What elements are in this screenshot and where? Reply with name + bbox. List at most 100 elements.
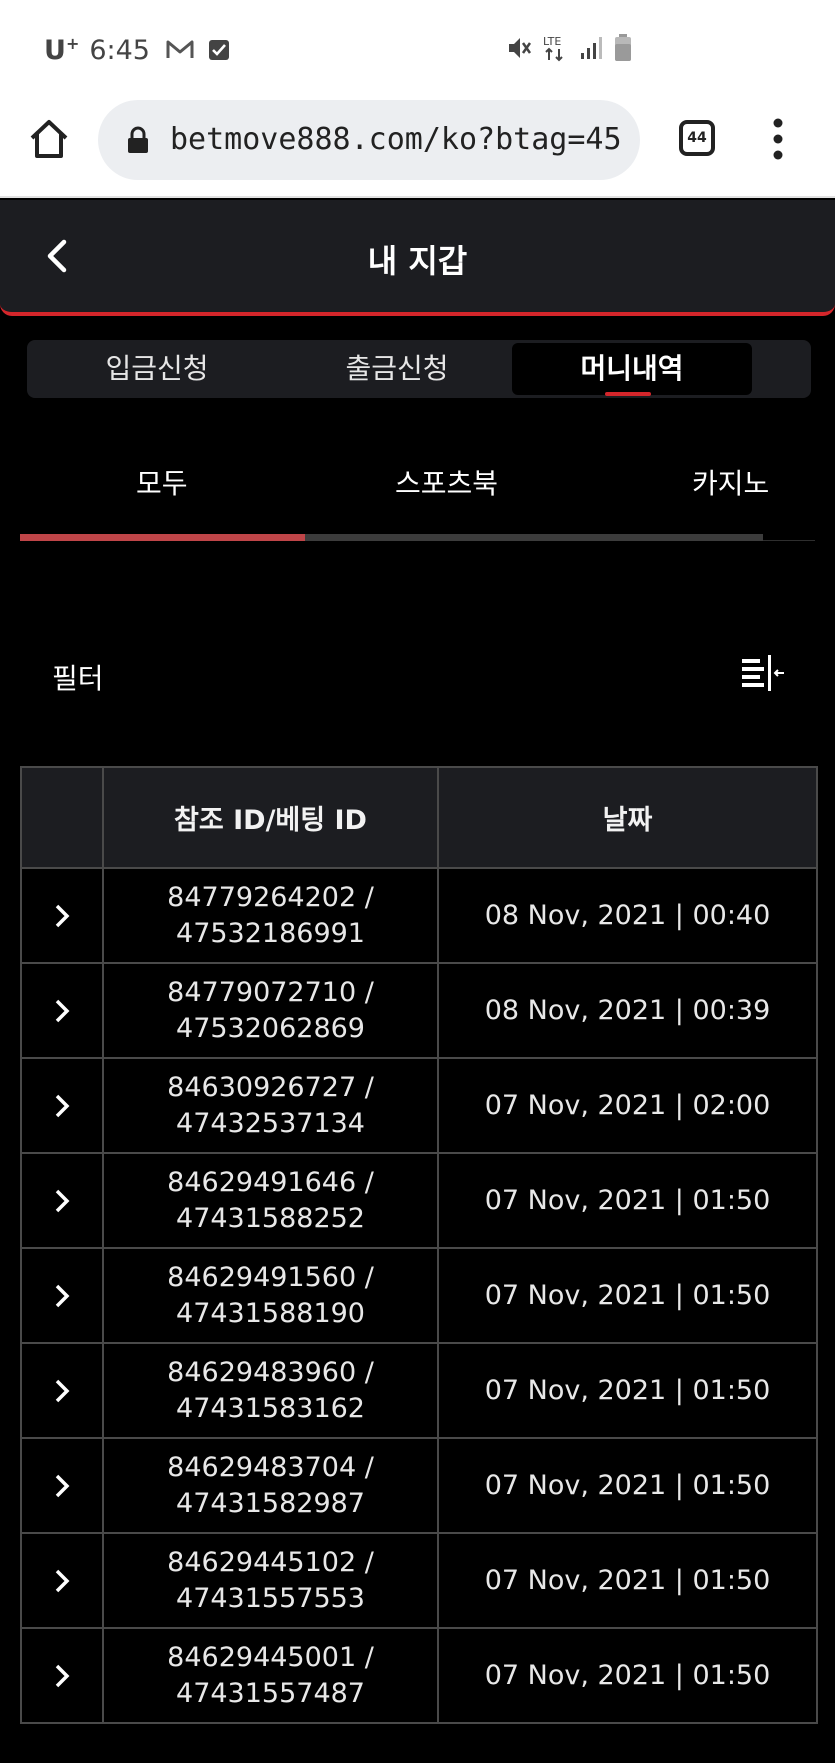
- chevron-right-icon[interactable]: [52, 1281, 72, 1311]
- battery-icon: [615, 34, 631, 61]
- bet-id: 47431582987: [176, 1487, 365, 1519]
- chevron-right-icon[interactable]: [52, 1186, 72, 1216]
- ref-cell: 84779072710 / 47532062869: [102, 962, 439, 1059]
- bet-id: 47532062869: [176, 1012, 365, 1044]
- expand-cell[interactable]: [20, 867, 104, 964]
- chevron-right-icon[interactable]: [52, 996, 72, 1026]
- ref-id: 84629491646 /: [167, 1166, 374, 1198]
- transactions-table: 참조 ID/베팅 ID 날짜 84779264202 / 47532186991 …: [20, 766, 818, 1724]
- date-cell: 07 Nov, 2021 | 01:50: [437, 1342, 818, 1439]
- table-row[interactable]: 84629445001 / 47431557487 07 Nov, 2021 | …: [20, 1627, 818, 1724]
- expand-cell[interactable]: [20, 1342, 104, 1439]
- ref-cell: 84629483960 / 47431583162: [102, 1342, 439, 1439]
- bet-id: 47431588252: [176, 1202, 365, 1234]
- date-cell: 07 Nov, 2021 | 01:50: [437, 1247, 818, 1344]
- header-date: 날짜: [437, 766, 818, 869]
- date-cell: 07 Nov, 2021 | 01:50: [437, 1437, 818, 1534]
- table-header-row: 참조 ID/베팅 ID 날짜: [20, 766, 818, 869]
- date-cell: 07 Nov, 2021 | 02:00: [437, 1057, 818, 1154]
- chevron-right-icon[interactable]: [52, 1376, 72, 1406]
- ref-id: 84629491560 /: [167, 1261, 374, 1293]
- expand-cell[interactable]: [20, 1152, 104, 1249]
- bet-id: 47532186991: [176, 917, 365, 949]
- bet-id: 47431583162: [176, 1392, 365, 1424]
- date-cell: 07 Nov, 2021 | 01:50: [437, 1532, 818, 1629]
- expand-cell[interactable]: [20, 962, 104, 1059]
- table-row[interactable]: 84629491560 / 47431588190 07 Nov, 2021 | …: [20, 1247, 818, 1344]
- carrier-label: U+: [44, 34, 80, 66]
- ref-id: 84629483960 /: [167, 1356, 374, 1388]
- check-icon: [208, 40, 229, 60]
- more-vert-icon[interactable]: [770, 116, 786, 162]
- ref-cell: 84629491560 / 47431588190: [102, 1247, 439, 1344]
- ref-id: 84629483704 /: [167, 1451, 374, 1483]
- ref-id: 84630926727 /: [167, 1071, 374, 1103]
- expand-cell[interactable]: [20, 1532, 104, 1629]
- date-cell: 08 Nov, 2021 | 00:39: [437, 962, 818, 1059]
- ref-cell: 84629483704 / 47431582987: [102, 1437, 439, 1534]
- date-cell: 07 Nov, 2021 | 01:50: [437, 1627, 818, 1724]
- active-tab-indicator: [605, 392, 651, 396]
- home-icon[interactable]: [28, 118, 70, 160]
- date-cell: 08 Nov, 2021 | 00:40: [437, 867, 818, 964]
- bet-id: 47432537134: [176, 1107, 365, 1139]
- tab-withdraw[interactable]: 출금신청: [277, 340, 517, 398]
- lte-icon: LTE: [543, 35, 563, 62]
- header-expand: [20, 766, 104, 869]
- signal-icon: [581, 37, 602, 59]
- table-row[interactable]: 84779072710 / 47532062869 08 Nov, 2021 | …: [20, 962, 818, 1059]
- svg-text:LTE: LTE: [543, 35, 561, 48]
- expand-cell[interactable]: [20, 1437, 104, 1534]
- table-row[interactable]: 84629491646 / 47431588252 07 Nov, 2021 | …: [20, 1152, 818, 1249]
- subtab-all[interactable]: 모두: [136, 462, 188, 502]
- status-right: LTE: [506, 34, 632, 62]
- table-row[interactable]: 84629445102 / 47431557553 07 Nov, 2021 | …: [20, 1532, 818, 1629]
- chevron-right-icon[interactable]: [52, 1091, 72, 1121]
- lock-icon[interactable]: [126, 126, 150, 154]
- bet-id: 47431557553: [176, 1582, 365, 1614]
- expand-cell[interactable]: [20, 1627, 104, 1724]
- date-cell: 07 Nov, 2021 | 01:50: [437, 1152, 818, 1249]
- tab-money-history[interactable]: 머니내역: [512, 343, 752, 395]
- ref-cell: 84629445001 / 47431557487: [102, 1627, 439, 1724]
- wallet-tabs: 입금신청 출금신청 머니내역: [27, 340, 811, 398]
- url-text[interactable]: betmove888.com/ko?btag=45: [170, 119, 630, 161]
- status-bar: U+ 6:45 LTE: [0, 0, 835, 96]
- status-left: U+ 6:45: [44, 34, 230, 66]
- ref-id: 84629445001 /: [167, 1641, 374, 1673]
- table-row[interactable]: 84629483960 / 47431583162 07 Nov, 2021 | …: [20, 1342, 818, 1439]
- ref-id: 84779072710 /: [167, 976, 374, 1008]
- chevron-right-icon[interactable]: [52, 1661, 72, 1691]
- table-row[interactable]: 84629483704 / 47431582987 07 Nov, 2021 | …: [20, 1437, 818, 1534]
- tab-deposit[interactable]: 입금신청: [37, 340, 277, 398]
- mail-icon: [166, 40, 194, 58]
- ref-id: 84629445102 /: [167, 1546, 374, 1578]
- table-row[interactable]: 84630926727 / 47432537134 07 Nov, 2021 | …: [20, 1057, 818, 1154]
- page-title: 내 지갑: [367, 242, 468, 280]
- chevron-right-icon[interactable]: [52, 1471, 72, 1501]
- ref-cell: 84779264202 / 47532186991: [102, 867, 439, 964]
- bet-id: 47431588190: [176, 1297, 365, 1329]
- subtab-casino[interactable]: 카지노: [692, 462, 769, 502]
- expand-cell[interactable]: [20, 1057, 104, 1154]
- mute-icon: [509, 38, 532, 58]
- header-ref-id: 참조 ID/베팅 ID: [102, 766, 439, 869]
- ref-cell: 84629445102 / 47431557553: [102, 1532, 439, 1629]
- app-header: 내 지갑: [0, 200, 835, 316]
- subtab-sportsbook[interactable]: 스포츠북: [395, 462, 498, 502]
- ref-cell: 84629491646 / 47431588252: [102, 1152, 439, 1249]
- chevron-right-icon[interactable]: [52, 901, 72, 931]
- filter-toggle-icon[interactable]: [742, 655, 786, 693]
- filter-label: 필터: [52, 662, 104, 695]
- ref-id: 84779264202 /: [167, 881, 374, 913]
- subtab-active-indicator: [20, 534, 305, 541]
- table-row[interactable]: 84779264202 / 47532186991 08 Nov, 2021 | …: [20, 867, 818, 964]
- ref-cell: 84630926727 / 47432537134: [102, 1057, 439, 1154]
- chevron-right-icon[interactable]: [52, 1566, 72, 1596]
- status-time: 6:45: [89, 34, 150, 66]
- tab-switcher-button[interactable]: 44: [679, 120, 715, 156]
- browser-toolbar: betmove888.com/ko?btag=45 44: [0, 96, 835, 198]
- divider: [763, 540, 815, 541]
- expand-cell[interactable]: [20, 1247, 104, 1344]
- address-field[interactable]: betmove888.com/ko?btag=45: [98, 100, 640, 180]
